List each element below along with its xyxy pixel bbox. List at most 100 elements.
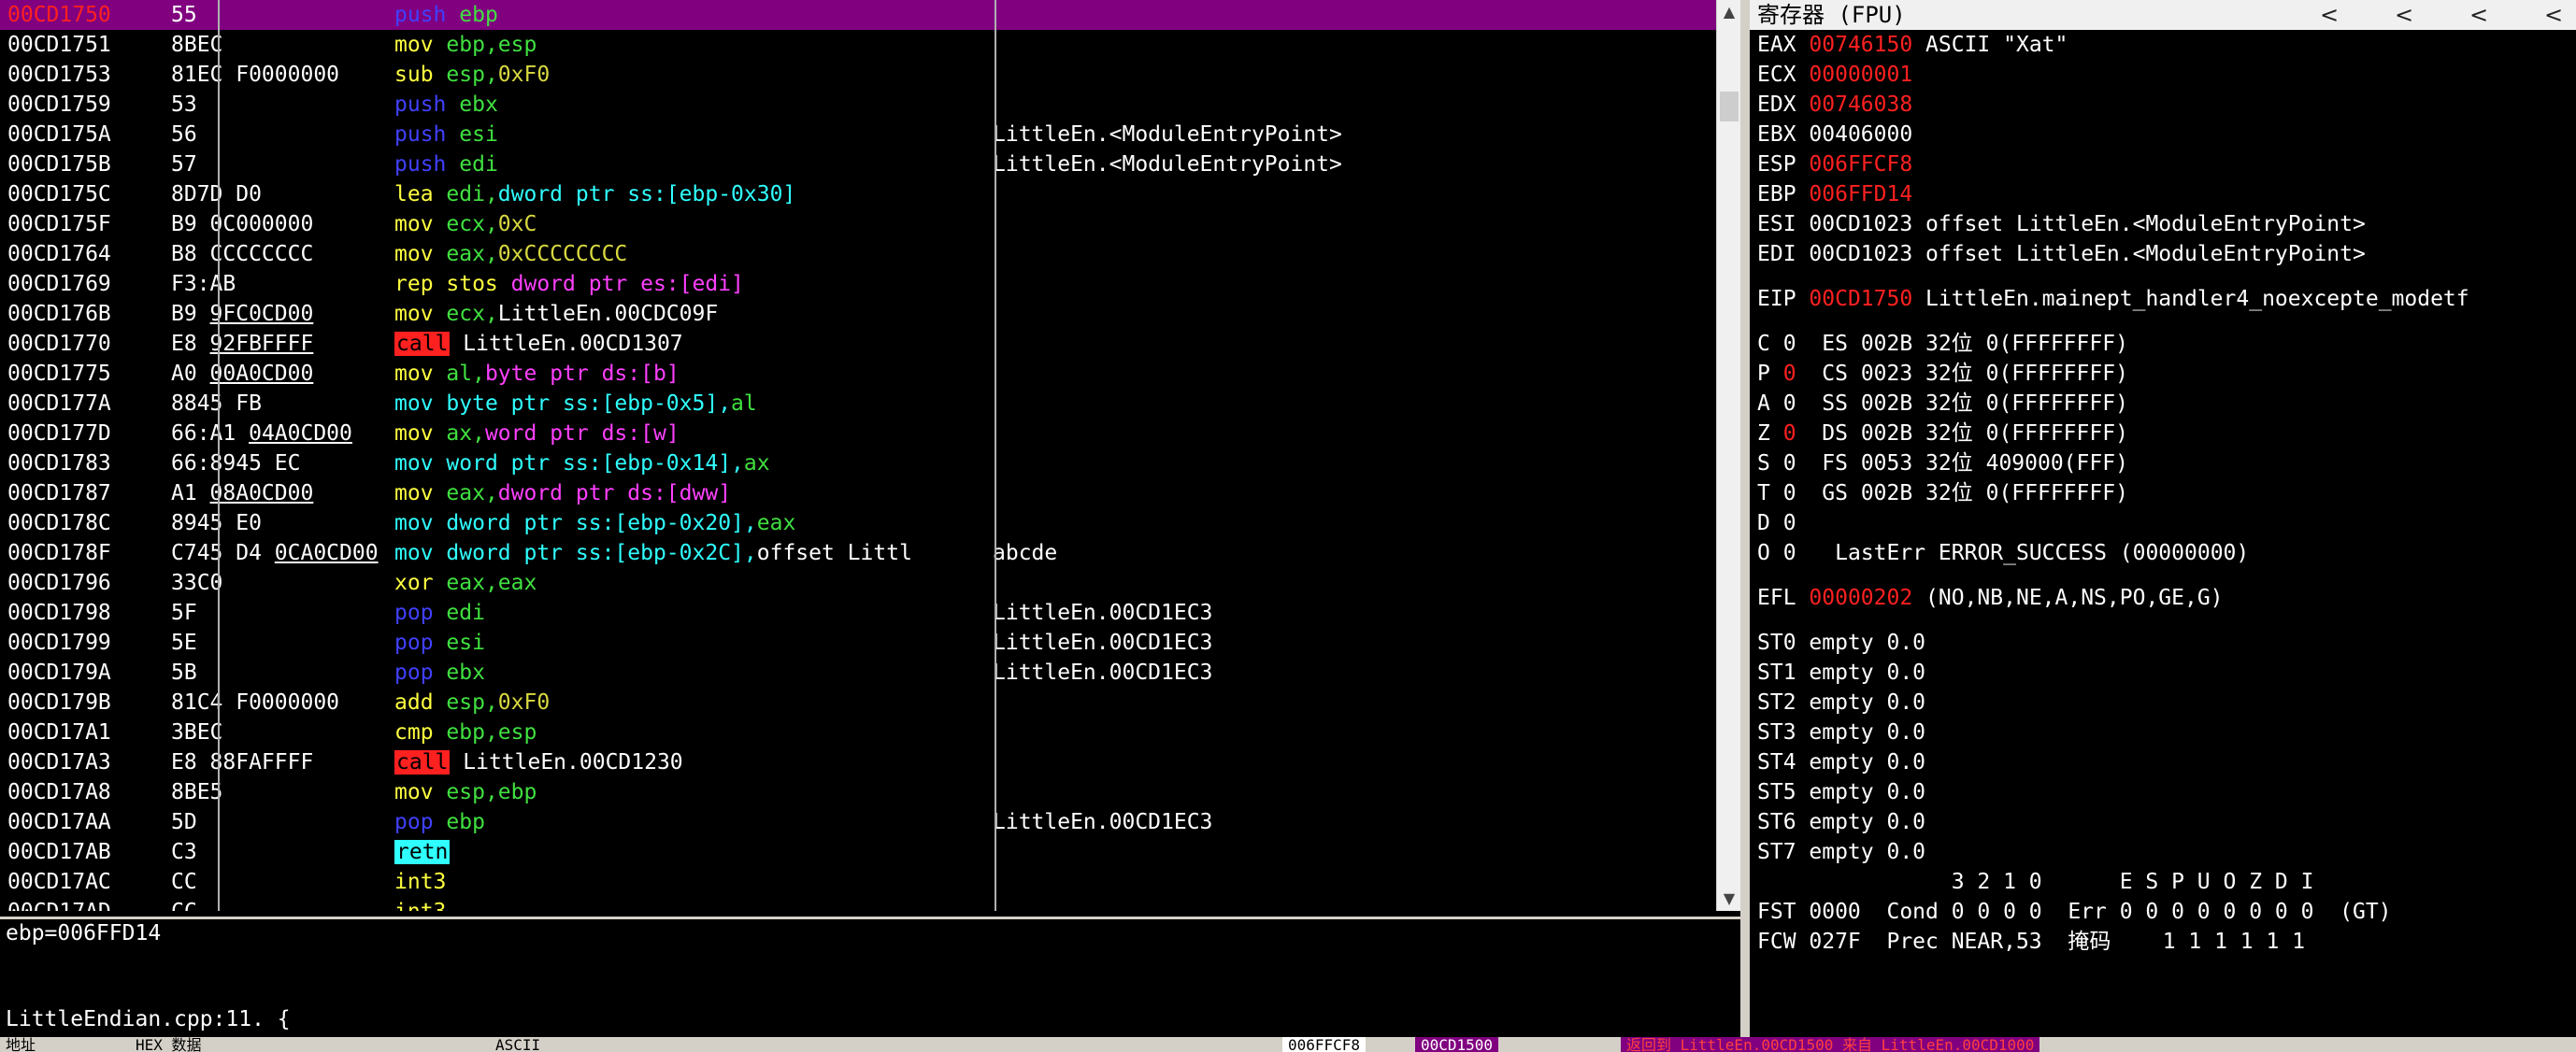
instruction-address[interactable]: 00CD1751 bbox=[7, 30, 111, 60]
flag-value[interactable]: 0 bbox=[1783, 421, 1796, 446]
scroll-up-icon[interactable]: ▲ bbox=[1717, 0, 1740, 24]
instruction-text[interactable]: mov eax,dword ptr ds:[dww] bbox=[394, 478, 983, 508]
register-row[interactable]: EBX 00406000 bbox=[1757, 120, 2576, 149]
instruction-text[interactable]: mov ecx,LittleEn.00CDC09F bbox=[394, 299, 983, 329]
scroll-down-icon[interactable]: ▼ bbox=[1717, 887, 1740, 911]
flag-row[interactable]: A 0 SS 002B 32位 0(FFFFFFFF) bbox=[1757, 389, 2576, 419]
instruction-address[interactable]: 00CD1769 bbox=[7, 269, 111, 299]
disasm-row[interactable]: 00CD179B 81C4 F0000000 add esp,0xF0 bbox=[0, 688, 1740, 718]
instruction-text[interactable]: mov ebp,esp bbox=[394, 30, 983, 60]
instruction-bytes[interactable]: 66:8945 EC bbox=[171, 448, 382, 478]
flag-row[interactable]: D 0 bbox=[1757, 508, 2576, 538]
disasm-row[interactable]: 00CD17AA 5D pop ebp LittleEn.00CD1EC3 bbox=[0, 807, 1740, 837]
instruction-address[interactable]: 00CD1796 bbox=[7, 568, 111, 598]
instruction-address[interactable]: 00CD1770 bbox=[7, 329, 111, 359]
disasm-row[interactable]: 00CD17AB C3 retn bbox=[0, 837, 1740, 867]
stack-address[interactable]: 006FFCF8 bbox=[1282, 1037, 1367, 1052]
instruction-address[interactable]: 00CD1783 bbox=[7, 448, 111, 478]
instruction-address[interactable]: 00CD175B bbox=[7, 149, 111, 179]
instruction-text[interactable]: pop esi bbox=[394, 628, 983, 658]
register-row[interactable]: EIP 00CD1750 LittleEn.mainept_handler4_n… bbox=[1757, 284, 2576, 314]
flag-value[interactable]: 0 bbox=[1783, 541, 1796, 565]
instruction-text[interactable]: xor eax,eax bbox=[394, 568, 983, 598]
instruction-text[interactable]: int3 bbox=[394, 897, 983, 911]
disassembly-listing[interactable]: 00CD1750 55 push ebp 00CD1751 8BEC mov ebp,es… bbox=[0, 0, 1740, 911]
fpu-register-row[interactable]: ST3 empty 0.0 bbox=[1757, 718, 2576, 747]
register-row[interactable]: ESP 006FFCF8 bbox=[1757, 149, 2576, 179]
instruction-address[interactable]: 00CD175A bbox=[7, 120, 111, 149]
register-row[interactable]: EAX 00746150 ASCII "Xat" bbox=[1757, 30, 2576, 60]
instruction-text[interactable]: retn bbox=[394, 837, 983, 867]
registers-pane[interactable]: 寄存器 (FPU) < < < < EAX 00746150 ASCII "Xa… bbox=[1750, 0, 2576, 1037]
flag-row[interactable]: C 0 ES 002B 32位 0(FFFFFFFF) bbox=[1757, 329, 2576, 359]
flag-row[interactable]: T 0 GS 002B 32位 0(FFFFFFFF) bbox=[1757, 478, 2576, 508]
instruction-text[interactable]: mov eax,0xCCCCCCCC bbox=[394, 239, 983, 269]
instruction-bytes[interactable]: A1 08A0CD00 bbox=[171, 478, 382, 508]
instruction-text[interactable]: int3 bbox=[394, 867, 983, 897]
disasm-row[interactable]: 00CD177D 66:A1 04A0CD00 mov ax,word ptr ds… bbox=[0, 419, 1740, 448]
fpu-register-row[interactable]: ST5 empty 0.0 bbox=[1757, 777, 2576, 807]
register-value[interactable]: 00746038 bbox=[1809, 92, 1912, 117]
disasm-row[interactable]: 00CD1799 5E pop esi LittleEn.00CD1EC3 bbox=[0, 628, 1740, 658]
instruction-bytes[interactable]: C745 D4 0CA0CD00 bbox=[171, 538, 382, 568]
instruction-address[interactable]: 00CD17A1 bbox=[7, 718, 111, 747]
disasm-row[interactable]: 00CD1751 8BEC mov ebp,esp bbox=[0, 30, 1740, 60]
fpu-register-row[interactable]: ST6 empty 0.0 bbox=[1757, 807, 2576, 837]
column-divider-bytes[interactable] bbox=[218, 0, 220, 911]
instruction-bytes[interactable]: 8845 FB bbox=[171, 389, 382, 419]
flag-value[interactable]: 0 bbox=[1783, 362, 1796, 386]
disasm-row[interactable]: 00CD1787 A1 08A0CD00 mov eax,dword ptr ds:… bbox=[0, 478, 1740, 508]
instruction-address[interactable]: 00CD178C bbox=[7, 508, 111, 538]
instruction-text[interactable]: mov word ptr ss:[ebp-0x14],ax bbox=[394, 448, 983, 478]
flag-value[interactable]: 0 bbox=[1783, 511, 1796, 535]
register-value[interactable]: 00CD1023 bbox=[1809, 242, 1912, 266]
disasm-row[interactable]: 00CD176B B9 9FC0CD00 mov ecx,LittleEn.00CD… bbox=[0, 299, 1740, 329]
flag-row[interactable]: Z 0 DS 002B 32位 0(FFFFFFFF) bbox=[1757, 419, 2576, 448]
instruction-bytes[interactable]: 5E bbox=[171, 628, 382, 658]
disassembly-pane[interactable]: 00CD1750 55 push ebp 00CD1751 8BEC mov ebp,es… bbox=[0, 0, 1740, 911]
flag-value[interactable]: 0 bbox=[1783, 481, 1796, 505]
instruction-bytes[interactable]: 33C0 bbox=[171, 568, 382, 598]
instruction-text[interactable]: push ebx bbox=[394, 90, 983, 120]
instruction-address[interactable]: 00CD178F bbox=[7, 538, 111, 568]
segment-register[interactable]: GS 002B 32位 0(FFFFFFFF) bbox=[1822, 481, 2128, 505]
disasm-row[interactable]: 00CD1798 5F pop edi LittleEn.00CD1EC3 bbox=[0, 598, 1740, 628]
register-value[interactable]: 00CD1750 bbox=[1809, 287, 1912, 311]
instruction-address[interactable]: 00CD176B bbox=[7, 299, 111, 329]
instruction-comment[interactable]: LittleEn.<ModuleEntryPoint> bbox=[993, 149, 1342, 179]
instruction-text[interactable]: pop ebp bbox=[394, 807, 983, 837]
flag-value[interactable]: 0 bbox=[1783, 391, 1796, 416]
register-value[interactable]: 00000001 bbox=[1809, 63, 1912, 87]
disasm-row[interactable]: 00CD1770 E8 92FBFFFF call LittleEn.00CD130… bbox=[0, 329, 1740, 359]
instruction-text[interactable]: push esi bbox=[394, 120, 983, 149]
disasm-row[interactable]: 00CD175A 56 push esi LittleEn.<ModuleEntryP… bbox=[0, 120, 1740, 149]
instruction-address[interactable]: 00CD179B bbox=[7, 688, 111, 718]
instruction-text[interactable]: mov dword ptr ss:[ebp-0x20],eax bbox=[394, 508, 983, 538]
instruction-bytes[interactable]: 8D7D D0 bbox=[171, 179, 382, 209]
instruction-text[interactable]: sub esp,0xF0 bbox=[394, 60, 983, 90]
instruction-bytes[interactable]: B9 9FC0CD00 bbox=[171, 299, 382, 329]
instruction-text[interactable]: mov al,byte ptr ds:[b] bbox=[394, 359, 983, 389]
stack-comment[interactable]: 返回到 LittleEn.00CD1500 来自 LittleEn.00CD10… bbox=[1621, 1037, 2040, 1052]
disassembly-scrollbar[interactable]: ▲ ▼ bbox=[1716, 0, 1740, 911]
register-row[interactable]: EFL 00000202 (NO,NB,NE,A,NS,PO,GE,G) bbox=[1757, 583, 2576, 613]
instruction-text[interactable]: mov ax,word ptr ds:[w] bbox=[394, 419, 983, 448]
instruction-text[interactable]: pop ebx bbox=[394, 658, 983, 688]
fpu-register-row[interactable]: ST0 empty 0.0 bbox=[1757, 628, 2576, 658]
register-value[interactable]: 00406000 bbox=[1809, 122, 1912, 147]
instruction-bytes[interactable]: B8 CCCCCCCC bbox=[171, 239, 382, 269]
disasm-row[interactable]: 00CD175F B9 0C000000 mov ecx,0xC bbox=[0, 209, 1740, 239]
disasm-row[interactable]: 00CD1753 81EC F0000000 sub esp,0xF0 bbox=[0, 60, 1740, 90]
instruction-bytes[interactable]: E8 92FBFFFF bbox=[171, 329, 382, 359]
info-pane[interactable]: ebp=006FFD14 LittleEndian.cpp:11. { bbox=[0, 917, 1740, 1040]
register-value[interactable]: 006FFCF8 bbox=[1809, 152, 1912, 177]
nav-left-icon[interactable]: < bbox=[2460, 0, 2497, 30]
segment-register[interactable]: DS 002B 32位 0(FFFFFFFF) bbox=[1822, 421, 2128, 446]
disasm-row[interactable]: 00CD1783 66:8945 EC mov word ptr ss:[ebp-0… bbox=[0, 448, 1740, 478]
flag-value[interactable]: 0 bbox=[1783, 332, 1796, 356]
instruction-address[interactable]: 00CD17AB bbox=[7, 837, 111, 867]
disasm-row[interactable]: 00CD1759 53 push ebx bbox=[0, 90, 1740, 120]
instruction-address[interactable]: 00CD1764 bbox=[7, 239, 111, 269]
instruction-address[interactable]: 00CD17AC bbox=[7, 867, 111, 897]
segment-register[interactable]: CS 0023 32位 0(FFFFFFFF) bbox=[1822, 362, 2128, 386]
